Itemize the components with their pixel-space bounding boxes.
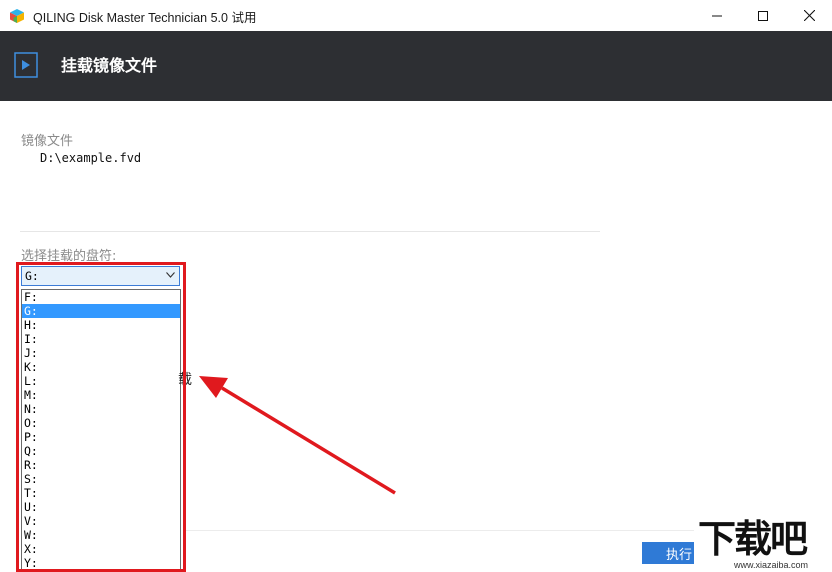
app-logo-icon xyxy=(10,9,24,23)
drive-select-label: 选择挂载的盘符: xyxy=(21,249,117,264)
drive-option[interactable]: Y: xyxy=(22,556,180,570)
chevron-down-icon xyxy=(166,272,175,278)
drive-option[interactable]: R: xyxy=(22,458,180,472)
drive-option[interactable]: J: xyxy=(22,346,180,360)
drive-option[interactable]: H: xyxy=(22,318,180,332)
footer-divider xyxy=(186,530,698,531)
maximize-icon xyxy=(758,10,768,21)
drive-letter-dropdown-list[interactable]: F: G: H: I: J: K: L: M: N: O: P: Q: R: S: T: U: V: W: X: Y: xyxy=(21,289,181,572)
drive-option[interactable]: F: xyxy=(22,290,180,304)
watermark-text: 下载吧 xyxy=(698,517,808,561)
obscured-option-text: 载 xyxy=(178,372,192,388)
minimize-button[interactable] xyxy=(694,0,740,31)
drive-option[interactable]: T: xyxy=(22,486,180,500)
drive-option[interactable]: Q: xyxy=(22,444,180,458)
drive-option[interactable]: U: xyxy=(22,500,180,514)
watermark-url: www.xiazaiba.com xyxy=(734,560,809,570)
drive-option[interactable]: S: xyxy=(22,472,180,486)
drive-letter-selected: G: xyxy=(25,269,39,283)
dialog-header: 挂载镜像文件 xyxy=(0,31,832,101)
drive-option[interactable]: K: xyxy=(22,360,180,374)
drive-option[interactable]: M: xyxy=(22,388,180,402)
maximize-button[interactable] xyxy=(740,0,786,31)
drive-option[interactable]: I: xyxy=(22,332,180,346)
minimize-icon xyxy=(712,15,722,16)
drive-option[interactable]: X: xyxy=(22,542,180,556)
watermark-logo: 下载吧 www.xiazaiba.com xyxy=(694,516,832,572)
section-divider xyxy=(20,231,600,232)
play-icon xyxy=(14,52,38,78)
drive-letter-select[interactable]: G: xyxy=(21,266,180,286)
drive-option[interactable]: L: xyxy=(22,374,180,388)
drive-option[interactable]: W: xyxy=(22,528,180,542)
image-file-path: D:\example.fvd xyxy=(40,151,142,165)
image-file-label: 镜像文件 xyxy=(21,134,74,149)
window-title: QILING Disk Master Technician 5.0 试用 xyxy=(33,11,257,25)
title-bar: QILING Disk Master Technician 5.0 试用 xyxy=(0,0,832,31)
drive-option[interactable]: V: xyxy=(22,514,180,528)
drive-option[interactable]: O: xyxy=(22,416,180,430)
close-icon xyxy=(803,10,815,21)
close-button[interactable] xyxy=(786,0,832,31)
drive-option[interactable]: P: xyxy=(22,430,180,444)
drive-option[interactable]: G: xyxy=(22,304,180,318)
dialog-title: 挂载镜像文件 xyxy=(61,56,158,75)
drive-option[interactable]: N: xyxy=(22,402,180,416)
